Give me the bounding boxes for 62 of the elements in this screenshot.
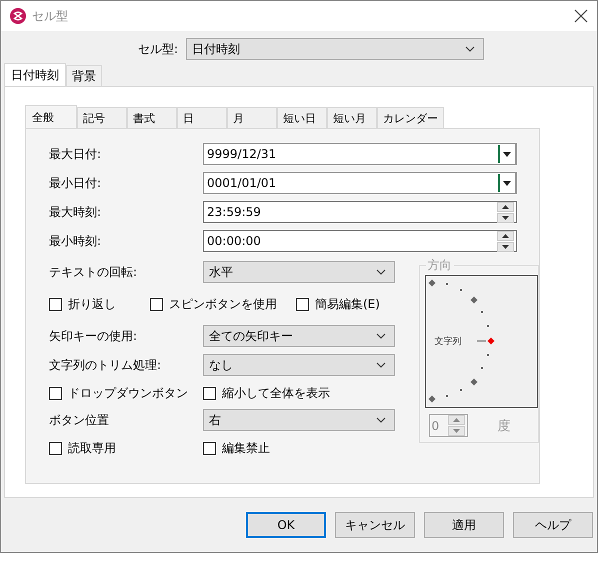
- dialog-button[interactable]: キャンセル: [335, 512, 415, 538]
- dropdown-arrow-icon[interactable]: [503, 152, 511, 156]
- dialog-button[interactable]: ヘルプ: [513, 512, 593, 538]
- date-picker-field[interactable]: 0001/01/01: [203, 172, 517, 194]
- checkbox-label: 読取専用: [68, 440, 116, 456]
- checkbox-label: ドロップダウンボタン: [68, 384, 188, 402]
- checkbox-label: 縮小して全体を表示: [222, 384, 330, 402]
- tab[interactable]: 日付時刻: [4, 63, 66, 86]
- dropdown-arrow-icon[interactable]: [503, 180, 511, 186]
- dropdown[interactable]: 右: [203, 409, 395, 431]
- checkbox-label: 編集禁止: [222, 440, 270, 456]
- field-label: 最小日付:: [49, 174, 102, 192]
- dropdown[interactable]: 水平: [203, 261, 395, 283]
- checkbox[interactable]: [150, 298, 163, 310]
- field-label: 最大時刻:: [49, 204, 102, 220]
- dialog-button[interactable]: 適用: [424, 512, 504, 538]
- field-label: ボタン位置: [49, 412, 110, 428]
- checkbox[interactable]: [203, 386, 216, 400]
- checkbox[interactable]: [49, 298, 62, 310]
- checkbox[interactable]: [49, 442, 62, 454]
- tab[interactable]: 記号: [77, 107, 127, 128]
- unit-label: 度: [498, 418, 511, 434]
- field-label: 最大日付:: [49, 146, 102, 162]
- direction-text-label: 文字列: [434, 336, 462, 348]
- chevron-down-icon: [376, 333, 386, 339]
- chevron-down-icon: [376, 362, 386, 368]
- tab[interactable]: 書式: [127, 107, 177, 128]
- time-spin-field[interactable]: 00:00:00: [203, 230, 517, 252]
- field-label: 文字列のトリム処理:: [49, 356, 162, 374]
- spin-down-icon[interactable]: [502, 244, 509, 248]
- window-title: セル型: [32, 8, 69, 24]
- spin-down-icon[interactable]: [502, 216, 509, 220]
- chevron-down-icon: [465, 46, 476, 52]
- spin-up-icon[interactable]: [502, 234, 509, 238]
- tab[interactable]: 全般: [25, 105, 77, 128]
- dropdown[interactable]: 全ての矢印キー: [203, 325, 395, 347]
- field-label: 矢印キーの使用:: [49, 328, 138, 344]
- tab[interactable]: 背景: [66, 65, 102, 86]
- checkbox-label: 簡易編集(E): [315, 296, 380, 312]
- checkbox[interactable]: [296, 298, 309, 310]
- checkbox[interactable]: [203, 442, 216, 454]
- chevron-down-icon: [376, 269, 386, 275]
- spin-up-icon[interactable]: [502, 204, 509, 208]
- time-spin-field[interactable]: 23:59:59: [203, 201, 517, 223]
- close-icon[interactable]: [574, 9, 588, 23]
- app-logo-icon: [10, 8, 26, 24]
- checkbox-label: スピンボタンを使用: [169, 296, 277, 312]
- tab[interactable]: 短い月: [327, 107, 377, 128]
- tab[interactable]: 日: [177, 107, 227, 128]
- dialog-button[interactable]: OK: [246, 512, 326, 538]
- checkbox-label: 折り返し: [68, 296, 116, 312]
- cell-type-dropdown[interactable]: 日付時刻: [186, 38, 484, 60]
- tab[interactable]: 月: [227, 107, 277, 128]
- cell-type-label: セル型:: [138, 40, 178, 58]
- date-picker-field[interactable]: 9999/12/31: [203, 143, 517, 165]
- checkbox[interactable]: [49, 386, 62, 400]
- field-label: テキストの回転:: [49, 264, 138, 280]
- field-label: 最小時刻:: [49, 232, 102, 250]
- tab[interactable]: 短い日: [277, 107, 327, 128]
- dropdown[interactable]: なし: [203, 354, 395, 376]
- tab[interactable]: カレンダー: [377, 107, 444, 128]
- chevron-down-icon: [376, 417, 386, 423]
